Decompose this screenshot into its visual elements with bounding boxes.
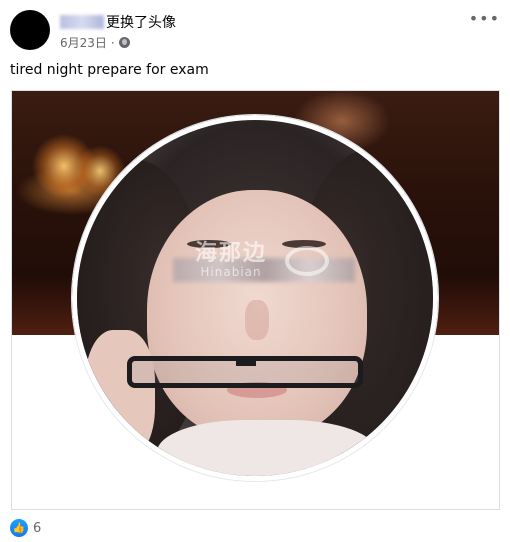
watermark-en: Hinabian (200, 265, 262, 280)
profile-picture-update[interactable]: 海那边 Hinabian (11, 90, 500, 510)
glasses-bridge (236, 356, 256, 366)
author-name-redacted[interactable] (60, 15, 104, 29)
more-options-icon[interactable]: ••• (469, 11, 500, 27)
post-date-link[interactable]: 6月23日 (60, 34, 107, 51)
photo-hand (85, 330, 155, 460)
post-text: tired night prepare for exam (10, 62, 209, 78)
profile-photo[interactable]: 海那边 Hinabian (72, 115, 438, 481)
post-meta: 6月23日 · (60, 34, 130, 51)
like-count: 6 (33, 520, 42, 536)
author-action-text: 更换了头像 (106, 15, 176, 31)
watermark: 海那边 Hinabian (195, 241, 268, 280)
photo-glasses (127, 356, 363, 388)
watermark-logo-icon (285, 246, 329, 276)
reaction-summary[interactable]: 👍 6 (10, 519, 41, 537)
post-header: 更换了头像 (60, 12, 176, 32)
watermark-cn: 海那边 (195, 241, 268, 266)
photo-shirt (157, 420, 377, 476)
like-icon: 👍 (10, 519, 28, 537)
globe-icon[interactable] (118, 37, 130, 48)
author-avatar[interactable] (10, 10, 50, 50)
meta-separator: · (110, 35, 115, 50)
photo-nose (245, 300, 269, 340)
